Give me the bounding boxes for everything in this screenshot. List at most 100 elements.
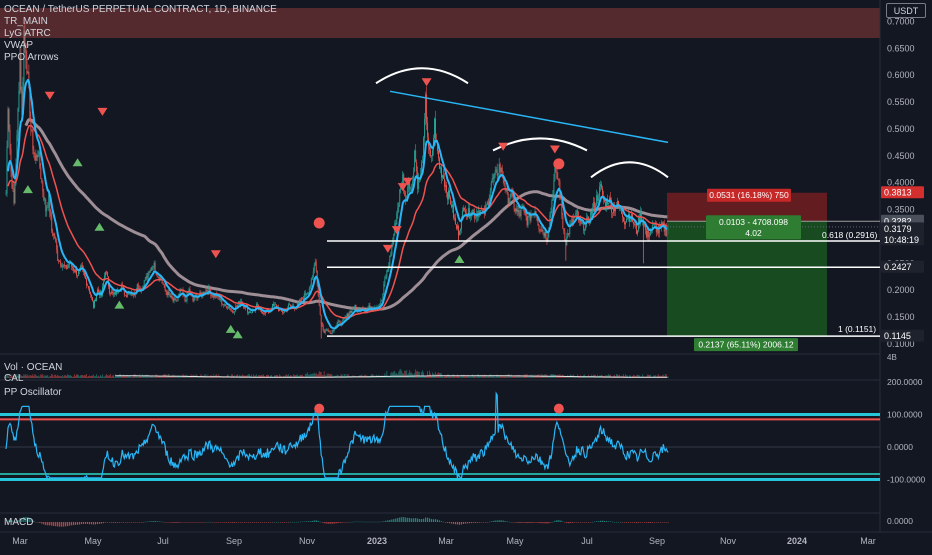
volume-bar [520,376,522,378]
candle-body [349,311,351,314]
macd-bar [383,521,385,522]
candle-body [577,210,579,216]
candle-body [494,171,496,176]
candle-body [440,167,441,169]
macd-bar [379,521,381,523]
candle-body [390,254,392,256]
volume-bar [591,374,593,378]
macd-bar [106,522,109,523]
candle-body [431,155,433,157]
macd-bar [514,522,516,523]
candle-body [61,265,63,267]
volume-bar [98,375,99,378]
macd-bar [154,521,156,522]
macd-bar [480,522,482,523]
candle-body [34,154,36,161]
volume-bar [175,376,177,378]
candle-body [385,276,387,279]
candle-body [173,298,175,302]
volume-bar [29,375,31,378]
macd-tick-label: 0.0000 [887,516,913,526]
candle-body [514,208,516,212]
candle-body [383,284,385,294]
candle-body [66,265,68,269]
macd-bar [228,522,230,523]
candle-body [60,261,62,266]
volume-bar [512,376,514,378]
volume-bar [393,371,395,378]
candle-body [649,230,651,236]
macd-bar [156,521,158,522]
macd-bar [76,522,79,525]
volume-pane-subtitle[interactable]: CAL [4,373,23,384]
candle-body [633,224,635,225]
indicator-vwap[interactable]: VWAP [4,40,33,51]
volume-bar [68,374,70,378]
candle-body [347,313,349,317]
currency-button[interactable]: USDT [886,3,926,18]
macd-bar [520,522,522,523]
macd-pane-title[interactable]: MACD [4,517,33,528]
candle-body [391,246,393,255]
macd-bar [502,520,504,522]
candle-body [587,216,589,218]
oscillator-pane-title[interactable]: PP Oscillator [4,387,62,398]
candle-body [234,311,236,313]
candle-body [85,275,86,280]
candle-body [557,178,559,180]
volume-bar [90,376,91,378]
volume-bar [84,374,85,378]
chart-canvas[interactable]: 0.0531 (16.18%) 750 0.0103 - 4708.0984.02… [0,0,932,550]
macd-bar [63,522,65,527]
volume-bar [102,374,103,378]
candle-body [615,207,616,212]
candle-body [211,294,213,296]
macd-bar [580,522,582,523]
macd-bar [35,521,37,523]
candle-body [517,210,519,212]
volume-bar [101,376,102,378]
macd-bar [552,521,554,523]
macd-bar [162,521,164,523]
candle-body [77,275,79,277]
candle-body [250,312,252,314]
volume-bar [170,376,172,378]
candle-body [297,302,299,303]
macd-bar [482,522,484,523]
volume-bar [152,376,154,378]
indicator-lyg-atrc[interactable]: LyG ATRC [4,28,51,39]
indicator-tr-main[interactable]: TR_MAIN [4,16,48,27]
volume-bar [106,374,107,378]
candle-body [632,221,634,225]
candle-body [554,167,556,181]
volume-pane-title[interactable]: Vol · OCEAN [4,362,62,373]
macd-bar [182,522,184,523]
position-label: 0.0103 - 4708.098 [719,217,788,227]
macd-bar [611,521,614,523]
macd-bar [204,522,206,523]
candle-body [635,224,637,234]
candle-body [298,299,300,303]
candle-body [109,293,111,294]
volume-bar [522,376,524,378]
price-label-countdown: 10:48:19 [884,235,919,245]
volume-bar [227,374,229,378]
volume-bar [371,374,373,378]
macd-bar [430,519,433,522]
volume-bar [601,374,603,378]
volume-bar [427,371,428,378]
volume-bar [205,374,207,378]
macd-bar [647,522,649,523]
macd-bar [224,522,226,523]
volume-bar [396,373,398,378]
macd-bar [216,522,218,523]
candle-body [166,292,168,296]
macd-bar [550,522,552,523]
candle-body [86,279,87,286]
macd-bar [387,520,389,522]
candle-body [342,318,344,321]
volume-bar [460,376,461,378]
candle-body [516,208,518,212]
candle-body [492,177,494,179]
indicator-ppo-arrows[interactable]: PPO Arrows [4,52,58,63]
